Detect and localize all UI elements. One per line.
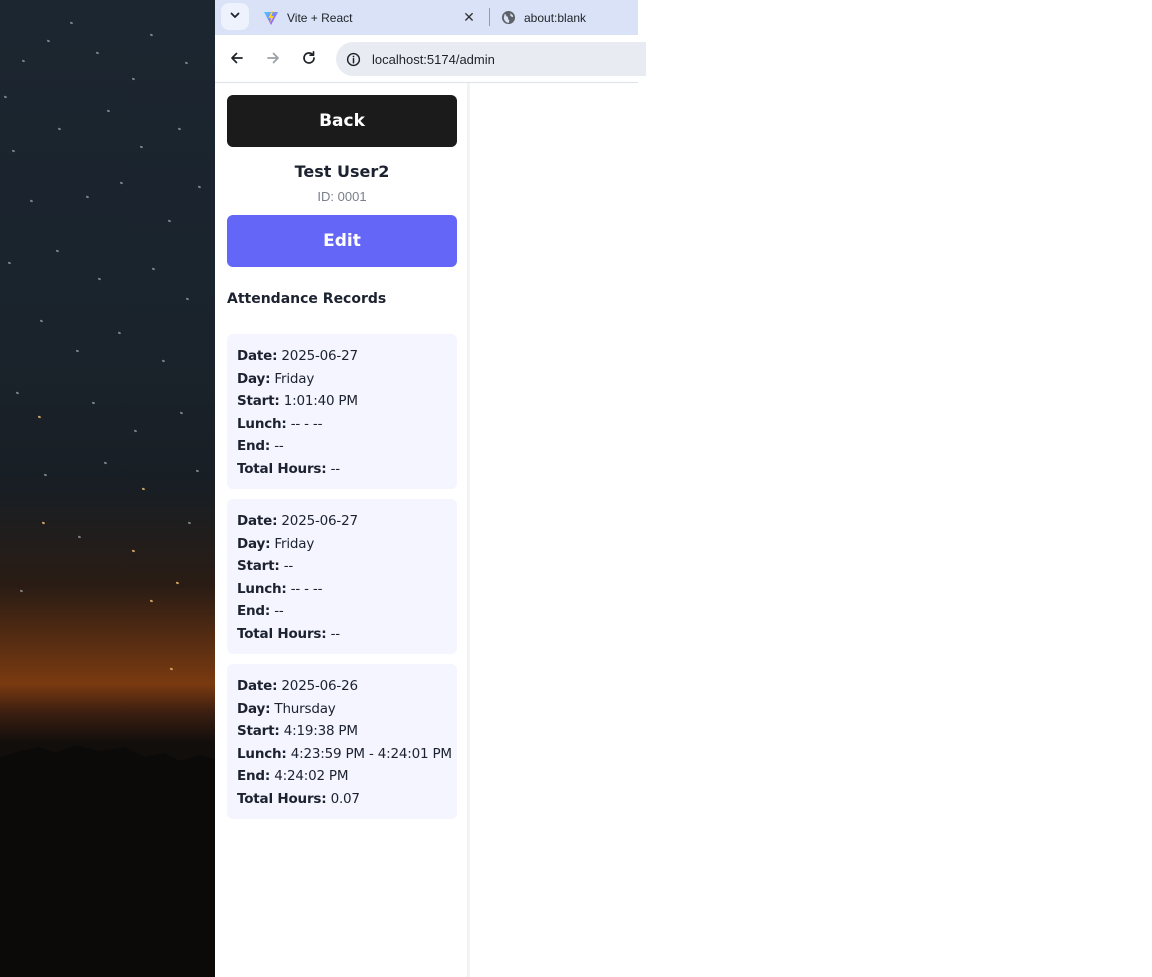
browser-toolbar: localhost:5174/admin	[215, 35, 646, 83]
attendance-record: Date: 2025-06-26 Day: Thursday Start: 4:…	[227, 664, 457, 819]
admin-user-panel: Back Test User2 ID: 0001 Edit Attendance…	[215, 83, 470, 977]
record-end: End: 4:24:02 PM	[237, 768, 349, 784]
attendance-record: Date: 2025-06-27 Day: Friday Start: -- L…	[227, 499, 457, 654]
record-end: End: --	[237, 603, 284, 619]
desktop-wallpaper	[0, 0, 215, 977]
record-lunch: Lunch: -- - --	[237, 580, 323, 597]
record-day: Day: Thursday	[237, 700, 336, 717]
record-date: Date: 2025-06-27	[237, 348, 358, 364]
tab-title: about:blank	[524, 10, 587, 25]
forward-arrow-icon[interactable]	[262, 47, 284, 69]
vite-logo-icon	[263, 10, 279, 26]
record-start: Start: --	[237, 558, 294, 574]
record-total-hours: Total Hours: 0.07	[237, 790, 360, 807]
record-lunch: Lunch: 4:23:59 PM - 4:24:01 PM	[237, 745, 452, 762]
address-bar[interactable]: localhost:5174/admin	[336, 42, 646, 76]
edit-button[interactable]: Edit	[227, 215, 457, 267]
tab-separator	[489, 8, 490, 26]
browser-window: Vite + React ✕ about:blank localhost:517…	[215, 0, 646, 83]
tab-about-blank[interactable]: about:blank	[492, 0, 638, 35]
globe-icon	[500, 10, 516, 26]
record-lunch: Lunch: -- - --	[237, 415, 323, 432]
attendance-record: Date: 2025-06-27 Day: Friday Start: 1:01…	[227, 334, 457, 489]
tab-title: Vite + React	[287, 10, 353, 25]
tab-strip: Vite + React ✕ about:blank	[215, 0, 638, 35]
reload-icon[interactable]	[298, 47, 320, 69]
record-start: Start: 1:01:40 PM	[237, 393, 358, 409]
record-date: Date: 2025-06-27	[237, 513, 358, 529]
record-total-hours: Total Hours: --	[237, 625, 340, 642]
mountain-silhouette	[0, 745, 215, 977]
chevron-down-icon	[229, 8, 241, 26]
record-end: End: --	[237, 438, 284, 454]
back-button[interactable]: Back	[227, 95, 457, 147]
close-icon[interactable]: ✕	[461, 9, 477, 26]
site-info-icon[interactable]	[343, 49, 363, 69]
record-day: Day: Friday	[237, 370, 315, 387]
section-title: Attendance Records	[227, 291, 387, 307]
back-arrow-icon[interactable]	[226, 47, 248, 69]
url-text: localhost:5174/admin	[372, 51, 495, 67]
tab-search-button[interactable]	[221, 3, 249, 30]
user-name: Test User2	[294, 162, 390, 181]
record-start: Start: 4:19:38 PM	[237, 723, 358, 739]
record-day: Day: Friday	[237, 535, 315, 552]
tab-vite-react[interactable]: Vite + React ✕	[255, 0, 487, 35]
record-total-hours: Total Hours: --	[237, 460, 340, 477]
user-id: ID: 0001	[317, 189, 367, 204]
record-date: Date: 2025-06-26	[237, 678, 358, 694]
